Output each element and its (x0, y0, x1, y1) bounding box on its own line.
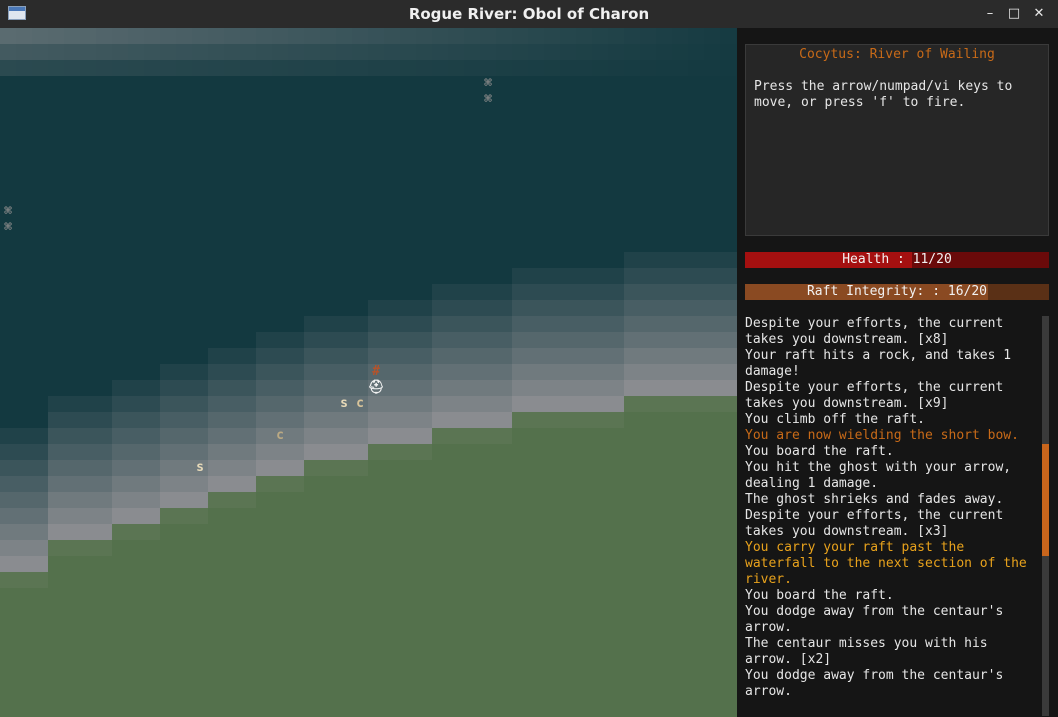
level-name: Cocytus: River of Wailing (799, 47, 995, 62)
log-message: You dodge away from the centaur's arrow. (745, 668, 1012, 699)
rock-icon: ⌘ (484, 76, 492, 91)
help-text: Press the arrow/numpad/vi keys to move, … (754, 79, 1013, 110)
scrollbar-thumb[interactable] (1042, 444, 1049, 556)
log-message: You are now wielding the short bow. (745, 428, 1019, 443)
log-message: You hit the ghost with your arrow, deali… (745, 460, 1019, 491)
raft-integrity-bar: Raft Integrity: : 16/20 (745, 284, 1049, 300)
level-info-box: Cocytus: River of Wailing Press the arro… (745, 44, 1049, 236)
minimize-button[interactable]: – (982, 6, 998, 22)
log-message: The centaur misses you with his arrow. [… (745, 636, 996, 667)
log-message: Despite your efforts, the current takes … (745, 508, 1012, 539)
log-message: You dodge away from the centaur's arrow. (745, 604, 1012, 635)
rock-icon: ⌘ (4, 204, 12, 219)
log-message: You climb off the raft. (745, 412, 926, 427)
raft-icon: # (372, 364, 380, 379)
centaur-enemy: c (276, 428, 284, 443)
health-label: Health : 11/20 (842, 252, 952, 267)
log-message: You carry your raft past the waterfall t… (745, 540, 1035, 587)
skeleton-enemy: s (340, 396, 348, 411)
raft-integrity-label: Raft Integrity: : 16/20 (806, 284, 987, 299)
message-log[interactable]: Despite your efforts, the current takes … (745, 316, 1041, 716)
message-log-scrollbar[interactable] (1042, 316, 1049, 716)
close-button[interactable]: ✕ (1031, 6, 1047, 22)
maximize-button[interactable]: □ (1006, 6, 1022, 22)
rock-icon: ⌘ (4, 220, 12, 235)
game-map-viewport[interactable]: ⌘ ⌘ ⌘ ⌘ # ⛑ s c c s (0, 28, 737, 717)
player-helmet-icon: ⛑ (368, 380, 385, 395)
health-bar: Health : 11/20 (745, 252, 1049, 268)
sidebar-panel: Cocytus: River of Wailing Press the arro… (737, 28, 1058, 717)
skeleton-enemy: s (196, 460, 204, 475)
log-message: The ghost shrieks and fades away. (745, 492, 1004, 507)
log-message: Despite your efforts, the current takes … (745, 380, 1012, 411)
rock-icon: ⌘ (484, 92, 492, 107)
log-message: Despite your efforts, the current takes … (745, 316, 1012, 347)
centaur-enemy: c (356, 396, 364, 411)
log-message: Your raft hits a rock, and takes 1 damag… (745, 348, 1019, 379)
log-message: You board the raft. (745, 444, 894, 459)
window-titlebar: Rogue River: Obol of Charon – □ ✕ (0, 0, 1058, 29)
log-message: You board the raft. (745, 588, 894, 603)
window-title: Rogue River: Obol of Charon (408, 5, 650, 23)
